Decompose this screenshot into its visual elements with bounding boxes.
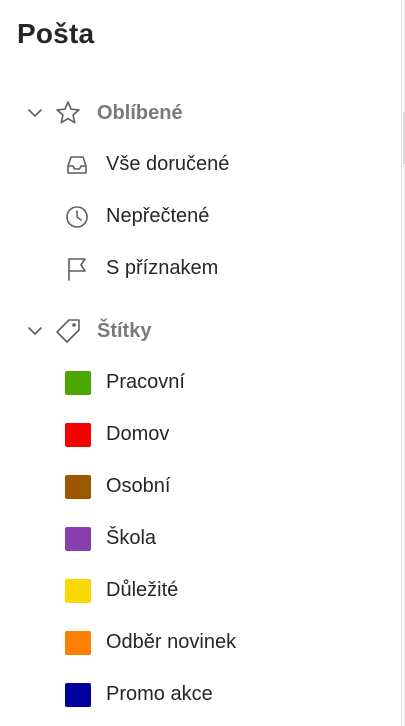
tag-item-skola[interactable]: Škola <box>0 519 395 559</box>
tag-item-dulezite[interactable]: Důležité <box>0 571 395 611</box>
tag-color-swatch <box>65 475 91 499</box>
section-favorites-label: Oblíbené <box>97 102 183 124</box>
mail-folder-pane: Pošta Oblíbené Vše doručené Nepřečtené S… <box>0 0 405 726</box>
tag-item-label: Domov <box>106 423 170 445</box>
tag-item-pracovni[interactable]: Pracovní <box>0 363 395 403</box>
tag-item-domov[interactable]: Domov <box>0 415 395 455</box>
chevron-down-icon[interactable] <box>26 322 44 340</box>
tag-item-label: Odběr novinek <box>106 631 237 653</box>
tag-item-label: Důležité <box>106 579 179 601</box>
tag-item-promo-akce[interactable]: Promo akce <box>0 675 395 715</box>
folder-item-unread[interactable]: Nepřečtené <box>0 197 395 237</box>
tag-color-swatch <box>65 631 91 655</box>
flag-icon <box>68 258 86 281</box>
tag-color-swatch <box>65 423 91 447</box>
tag-color-swatch <box>65 527 91 551</box>
tag-icon <box>56 319 80 343</box>
tag-item-label: Promo akce <box>106 683 213 705</box>
section-tags-header[interactable]: Štítky <box>0 313 395 349</box>
star-icon <box>56 101 80 124</box>
inbox-icon <box>67 156 87 174</box>
tag-item-label: Pracovní <box>106 371 185 393</box>
section-favorites-header[interactable]: Oblíbené <box>0 95 395 131</box>
tag-color-swatch <box>65 579 91 603</box>
clock-icon <box>66 206 88 228</box>
tag-item-label: Osobní <box>106 475 171 497</box>
tag-item-osobni[interactable]: Osobní <box>0 467 395 507</box>
page-title: Pošta <box>17 18 95 49</box>
tag-color-swatch <box>65 683 91 707</box>
section-tags-label: Štítky <box>97 320 152 342</box>
folder-item-label: S příznakem <box>106 257 219 279</box>
chevron-down-icon[interactable] <box>26 104 44 122</box>
folder-item-inbox[interactable]: Vše doručené <box>0 145 395 185</box>
folder-item-flagged[interactable]: S příznakem <box>0 249 395 289</box>
tag-item-odber-novinek[interactable]: Odběr novinek <box>0 623 395 663</box>
tag-item-label: Škola <box>106 527 157 549</box>
folder-item-label: Vše doručené <box>106 153 230 175</box>
folder-item-label: Nepřečtené <box>106 205 210 227</box>
tag-color-swatch <box>65 371 91 395</box>
